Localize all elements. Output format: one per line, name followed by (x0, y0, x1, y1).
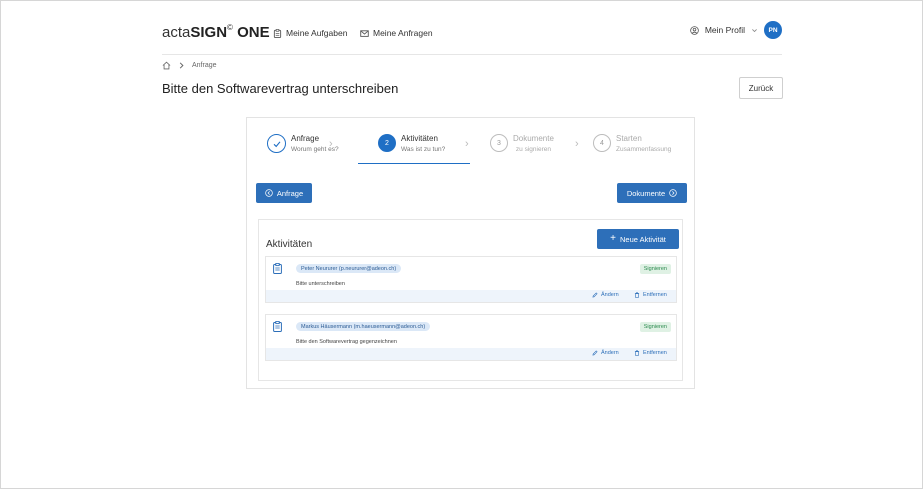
step-starten[interactable]: 4 Starten Zusammenfassung (593, 134, 671, 153)
check-circle-icon (267, 134, 286, 153)
plus-icon: + (610, 233, 616, 244)
activity-person-tag: Peter Neururer (p.neururer@adeon.ch) (296, 264, 402, 273)
prev-step-button[interactable]: Anfrage (256, 183, 312, 203)
trash-icon (634, 292, 640, 298)
edit-activity-button[interactable]: Ändern (592, 292, 619, 298)
profile-menu[interactable]: Mein Profil PN (690, 21, 782, 39)
app-window: actaSIGN© ONE Meine Aufgaben Meine Anfra… (0, 0, 923, 489)
breadcrumb: Anfrage (162, 61, 217, 70)
chevron-right-icon: › (465, 138, 469, 150)
clipboard-icon (273, 321, 282, 332)
step-aktivitaeten[interactable]: 2 Aktivitäten Was ist zu tun? (378, 134, 445, 153)
add-activity-button[interactable]: + Neue Aktivität (597, 229, 679, 249)
pencil-icon (592, 350, 598, 356)
back-button[interactable]: Zurück (739, 77, 783, 99)
remove-label: Entfernen (643, 292, 667, 298)
chevron-right-icon: › (575, 138, 579, 150)
breadcrumb-current: Anfrage (192, 62, 217, 69)
next-step-label: Dokumente (626, 188, 666, 198)
chevron-right-icon (179, 62, 184, 69)
clipboard-icon (273, 28, 282, 38)
clipboard-icon (273, 263, 282, 274)
activities-title: Aktivitäten (266, 239, 313, 250)
chevron-left-circle-icon (265, 189, 273, 197)
activity-item: Markus Häusermann (m.haeusermann@adeon.c… (265, 314, 677, 361)
activity-item: Peter Neururer (p.neururer@adeon.ch) Bit… (265, 256, 677, 303)
activity-footer: Ändern Entfernen (266, 290, 676, 302)
chevron-right-icon: › (329, 138, 333, 150)
step-subtitle: zu signieren (515, 146, 551, 153)
edit-label: Ändern (601, 350, 619, 356)
chevron-right-circle-icon (669, 189, 677, 197)
nav-label: Meine Anfragen (373, 28, 433, 38)
step-title: Starten (616, 134, 642, 143)
step-title: Dokumente (513, 134, 554, 143)
activities-panel: Aktivitäten + Neue Aktivität Peter Neuru… (258, 219, 683, 381)
step-subtitle: Zusammenfassung (616, 146, 672, 153)
user-circle-icon (690, 25, 699, 35)
edit-label: Ändern (601, 292, 619, 298)
top-bar: actaSIGN© ONE Meine Aufgaben Meine Anfra… (162, 21, 782, 47)
chevron-down-icon (752, 28, 757, 32)
activity-description: Bitte unterschreiben (296, 281, 345, 287)
remove-label: Entfernen (643, 350, 667, 356)
status-badge: Signieren (639, 264, 671, 274)
activity-footer: Ändern Entfernen (266, 348, 676, 360)
avatar[interactable]: PN (764, 21, 782, 39)
nav-meine-aufgaben[interactable]: Meine Aufgaben (273, 28, 347, 38)
remove-activity-button[interactable]: Entfernen (634, 292, 667, 298)
remove-activity-button[interactable]: Entfernen (634, 350, 667, 356)
status-badge: Signieren (639, 322, 671, 332)
edit-activity-button[interactable]: Ändern (592, 350, 619, 356)
pencil-icon (592, 292, 598, 298)
nav-meine-anfragen[interactable]: Meine Anfragen (360, 28, 433, 38)
home-icon[interactable] (162, 61, 171, 70)
profile-label: Mein Profil (704, 25, 745, 35)
active-step-underline (358, 163, 470, 164)
prev-step-label: Anfrage (276, 188, 304, 198)
trash-icon (634, 350, 640, 356)
envelope-icon (360, 29, 369, 37)
step-number: 3 (490, 134, 508, 152)
add-activity-label: Neue Aktivität (619, 234, 666, 244)
activity-description: Bitte den Softwarevertrag gegenzeichnen (296, 339, 397, 345)
step-number: 2 (378, 134, 396, 152)
header-divider (162, 54, 782, 55)
next-step-button[interactable]: Dokumente (617, 183, 687, 203)
activity-person-tag: Markus Häusermann (m.haeusermann@adeon.c… (296, 322, 431, 331)
wizard-card: Anfrage Worum geht es? › 2 Aktivitäten W… (246, 117, 695, 389)
nav-label: Meine Aufgaben (286, 28, 348, 38)
step-title: Aktivitäten (401, 134, 438, 143)
step-anfrage[interactable]: Anfrage Worum geht es? (267, 134, 339, 153)
brand-logo[interactable]: actaSIGN© ONE (162, 23, 270, 41)
step-dokumente[interactable]: 3 Dokumente zu signieren (490, 134, 554, 153)
step-number: 4 (593, 134, 611, 152)
step-subtitle: Was ist zu tun? (401, 146, 446, 153)
page-title: Bitte den Softwarevertrag unterschreiben (162, 81, 399, 96)
